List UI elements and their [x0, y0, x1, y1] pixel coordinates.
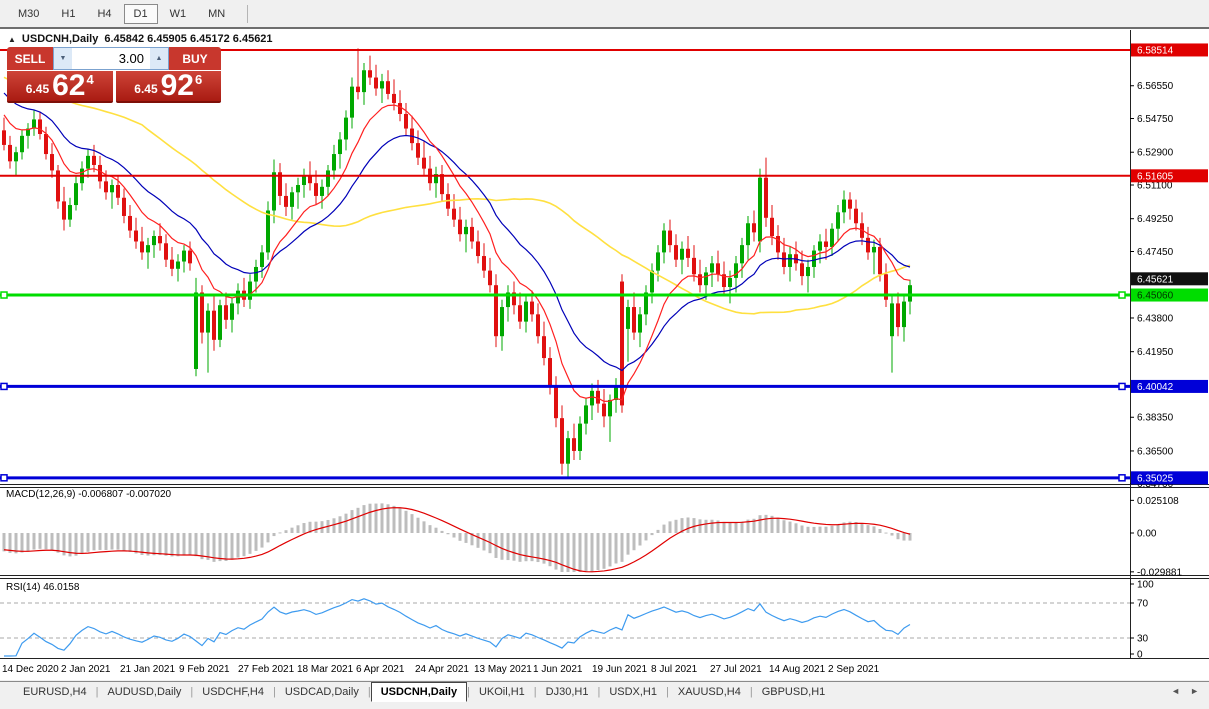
svg-text:6.47450: 6.47450	[1137, 247, 1174, 258]
svg-text:6.36500: 6.36500	[1137, 446, 1174, 457]
hline-handle	[1118, 291, 1126, 299]
svg-text:-0.029881: -0.029881	[1137, 567, 1182, 578]
svg-text:6.52900: 6.52900	[1137, 148, 1174, 159]
date-label: 2 Sep 2021	[828, 664, 880, 675]
svg-text:6.58514: 6.58514	[1137, 45, 1174, 56]
svg-text:6.40042: 6.40042	[1137, 382, 1174, 393]
tabs-scroll-left-icon[interactable]: ◄	[1171, 686, 1180, 696]
svg-text:6.45621: 6.45621	[1137, 274, 1174, 285]
date-label: 6 Apr 2021	[356, 664, 405, 675]
svg-text:0: 0	[1137, 650, 1143, 661]
hline-handle	[1118, 474, 1126, 482]
hline-handle	[0, 474, 8, 482]
tab-usdcad-daily[interactable]: USDCAD,Daily	[276, 683, 368, 701]
volume-input[interactable]	[72, 48, 150, 69]
toolbar-separator	[247, 4, 249, 23]
tab-audusd-daily[interactable]: AUDUSD,Daily	[98, 683, 190, 701]
date-label: 14 Dec 2020	[2, 664, 59, 675]
tab-gbpusd-h1[interactable]: GBPUSD,H1	[753, 683, 835, 701]
svg-text:6.45060: 6.45060	[1137, 291, 1174, 302]
one-click-trade-panel: SELL ▼ ▲ BUY 6.45 62 4 6.45 92 6	[7, 47, 221, 103]
hline-handle	[0, 291, 8, 299]
volume-decrease-icon[interactable]: ▼	[54, 48, 72, 69]
timeframe-button-W1[interactable]: W1	[160, 4, 197, 24]
date-label: 8 Jul 2021	[651, 664, 698, 675]
svg-text:6.41950: 6.41950	[1137, 347, 1174, 358]
sell-price-sup: 4	[86, 72, 94, 87]
hline-handle	[0, 382, 8, 391]
chart-symbol-title: USDCNH,Daily	[21, 33, 99, 45]
svg-text:0.00: 0.00	[1137, 529, 1157, 540]
chart-header: ▲ USDCNH,Daily 6.45842 6.45905 6.45172 6…	[8, 33, 273, 45]
svg-text:6.51605: 6.51605	[1137, 171, 1174, 182]
timeframe-button-D1[interactable]: D1	[123, 3, 158, 24]
svg-text:6.35025: 6.35025	[1137, 473, 1174, 484]
tab-xauusd-h4[interactable]: XAUUSD,H4	[669, 683, 750, 701]
date-label: 9 Feb 2021	[179, 664, 230, 675]
timeframe-toolbar: M30 H1 H4 D1 W1 MN	[0, 0, 1209, 27]
svg-text:30: 30	[1137, 634, 1149, 645]
macd-indicator-label: MACD(12,26,9) -0.006807 -0.007020	[6, 489, 172, 500]
tab-dj30-h1[interactable]: DJ30,H1	[537, 683, 598, 701]
rsi-indicator-label: RSI(14) 46.0158	[6, 582, 80, 593]
svg-text:6.54750: 6.54750	[1137, 114, 1174, 125]
tab-ukoil-h1[interactable]: UKOil,H1	[470, 683, 534, 701]
timeframe-button-H4[interactable]: H4	[87, 4, 121, 24]
svg-text:6.43800: 6.43800	[1137, 313, 1174, 324]
sell-button[interactable]: SELL	[7, 47, 53, 70]
tab-usdchf-h4[interactable]: USDCHF,H4	[193, 683, 273, 701]
chart-tab-bar: EURUSD,H4 | AUDUSD,Daily | USDCHF,H4 | USDCAD,…	[0, 681, 1209, 709]
svg-text:70: 70	[1137, 599, 1149, 610]
date-label: 19 Jun 2021	[592, 664, 647, 675]
timeframe-button-H1[interactable]: H1	[51, 4, 85, 24]
sell-price-button[interactable]: 6.45 62 4	[7, 71, 113, 103]
svg-text:6.49250: 6.49250	[1137, 214, 1174, 225]
volume-stepper: ▼ ▲	[53, 47, 169, 70]
svg-text:0.025108: 0.025108	[1137, 496, 1179, 507]
date-label: 27 Feb 2021	[238, 664, 295, 675]
date-label: 1 Jun 2021	[533, 664, 583, 675]
tab-usdcnh-daily[interactable]: USDCNH,Daily	[370, 682, 468, 702]
collapse-chart-icon[interactable]: ▲	[8, 35, 16, 44]
buy-button[interactable]: BUY	[169, 47, 221, 70]
sell-price-prefix: 6.45	[25, 82, 50, 96]
date-label: 14 Aug 2021	[769, 664, 826, 675]
chart-canvas: 6.565506.547506.529006.511006.492506.474…	[0, 29, 1209, 680]
hline-handle	[1118, 382, 1126, 391]
volume-increase-icon[interactable]: ▲	[150, 48, 168, 69]
tab-usdx-h1[interactable]: USDX,H1	[600, 683, 666, 701]
chart-ohlc-values: 6.45842 6.45905 6.45172 6.45621	[104, 33, 273, 45]
date-label: 18 Mar 2021	[297, 664, 354, 675]
buy-price-big: 92	[160, 69, 194, 102]
date-label: 2 Jan 2021	[61, 664, 111, 675]
buy-price-button[interactable]: 6.45 92 6	[115, 69, 221, 103]
svg-text:6.38350: 6.38350	[1137, 413, 1174, 424]
timeframe-button-MN[interactable]: MN	[198, 4, 235, 24]
buy-price-prefix: 6.45	[134, 82, 158, 96]
tab-eurusd-h4[interactable]: EURUSD,H4	[14, 683, 96, 701]
date-label: 24 Apr 2021	[415, 664, 469, 675]
sell-price-big: 62	[52, 69, 86, 102]
timeframe-button-M30[interactable]: M30	[8, 4, 49, 24]
buy-price-sup: 6	[195, 72, 203, 87]
tabs-scroll-right-icon[interactable]: ►	[1190, 686, 1199, 696]
svg-text:6.56550: 6.56550	[1137, 81, 1174, 92]
svg-text:100: 100	[1137, 580, 1154, 591]
date-label: 21 Jan 2021	[120, 664, 175, 675]
date-label: 13 May 2021	[474, 664, 532, 675]
date-label: 27 Jul 2021	[710, 664, 762, 675]
